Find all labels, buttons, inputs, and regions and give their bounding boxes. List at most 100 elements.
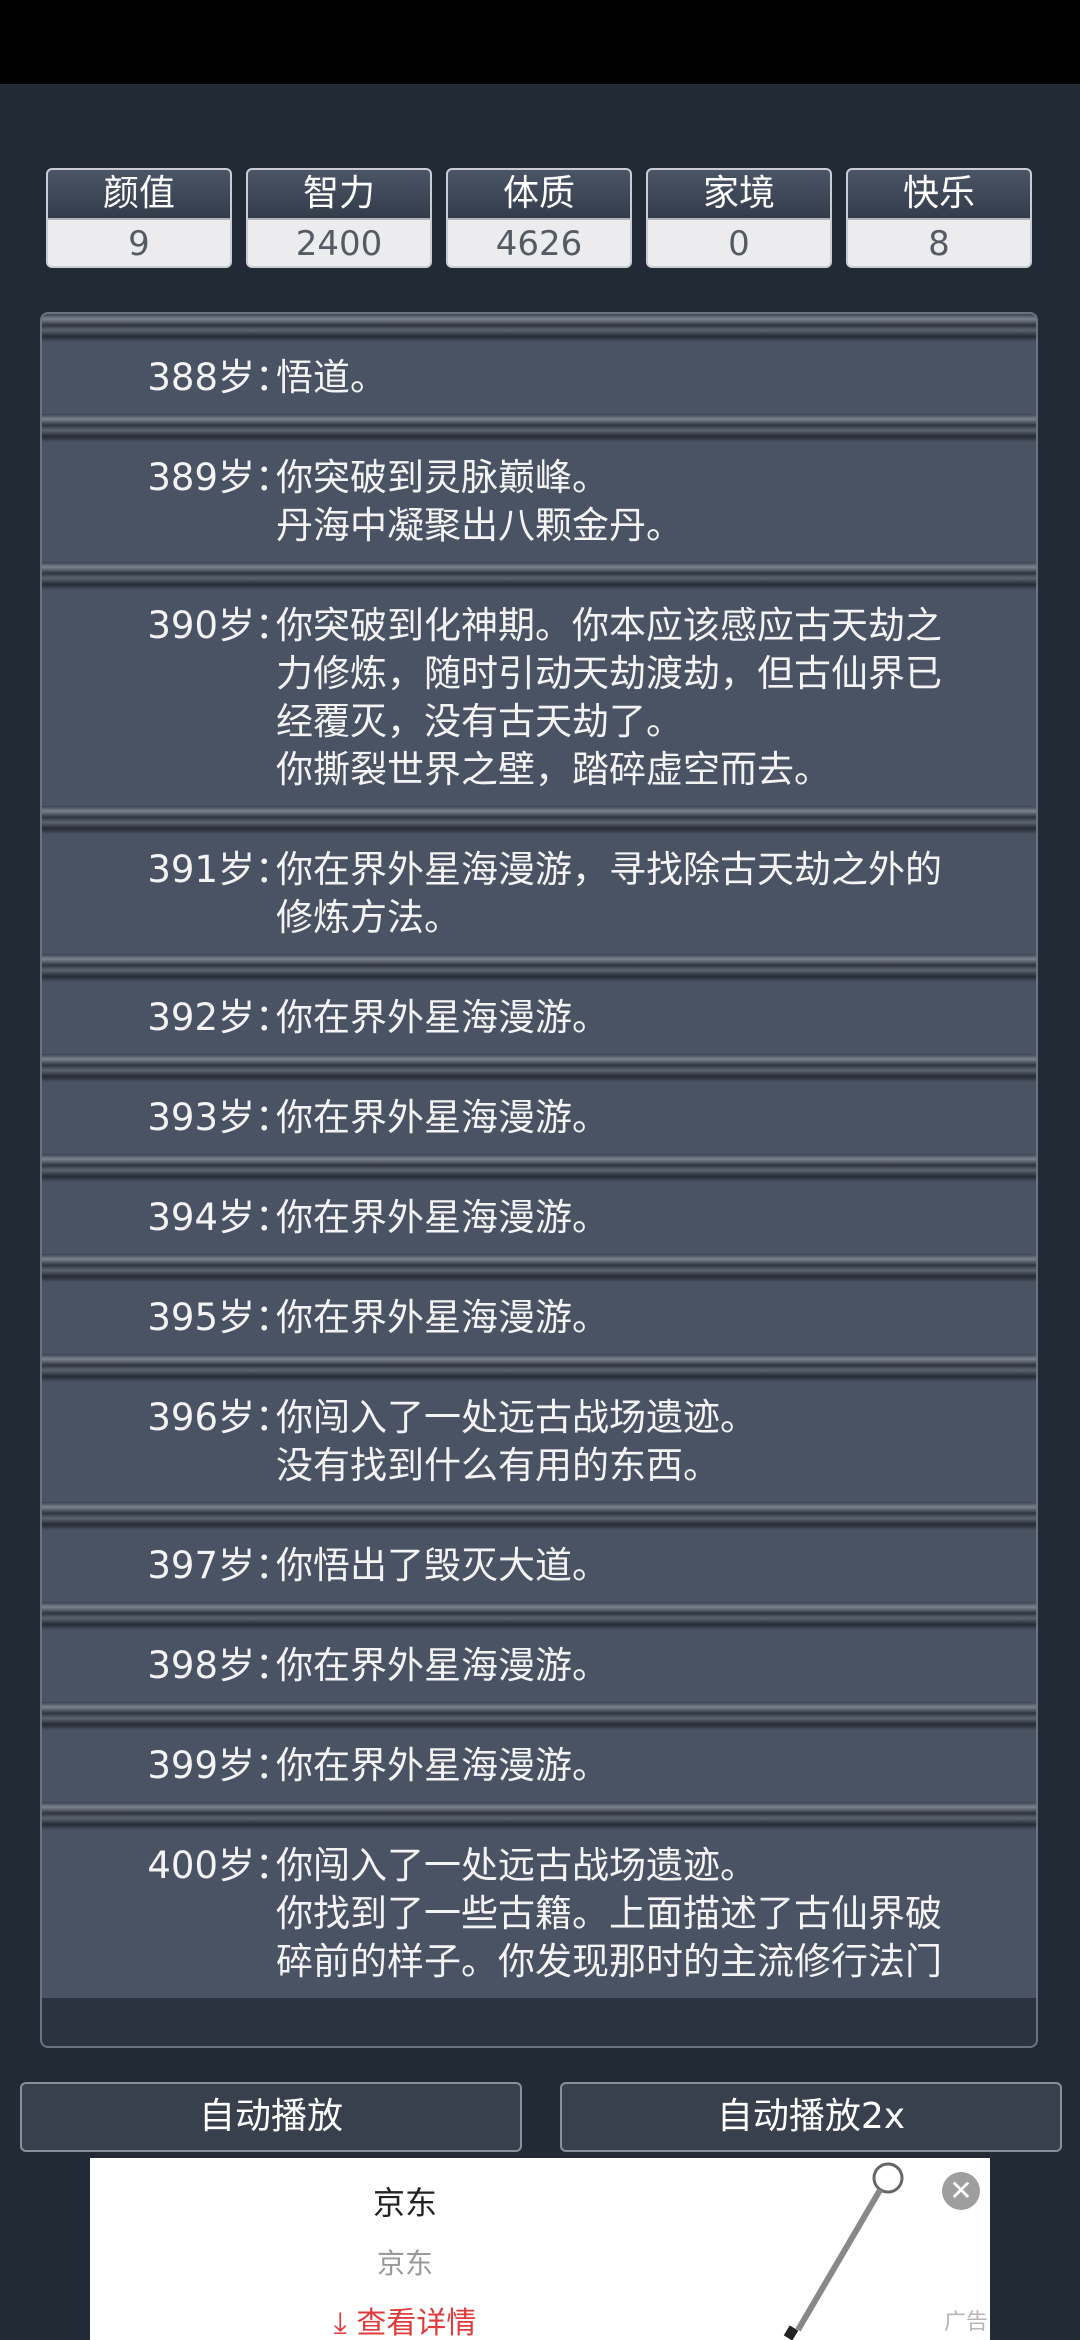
log-age: 392岁： (147, 996, 292, 1039)
auto-play-2x-button[interactable]: 自动播放2x (560, 2082, 1062, 2152)
log-age: 390岁： (147, 604, 292, 647)
log-line: 你突破到化神期。你本应该感应古天劫之 (276, 604, 942, 647)
log-text: 你在界外星海漫游。 (276, 994, 996, 1042)
log-entry: 400岁： 你闯入了一处远古战场遗迹。你找到了一些古籍。上面描述了古仙界破 碎前的样… (42, 1830, 1036, 1998)
auto-play-button[interactable]: 自动播放 (20, 2082, 522, 2152)
log-line: 修炼方法。 (276, 896, 461, 939)
stat-intelligence: 智力 2400 (246, 168, 432, 268)
log-text: 悟道。 (276, 354, 996, 402)
row-divider (42, 1602, 1036, 1630)
row-divider (42, 1702, 1036, 1730)
stats-bar: 颜值 9 智力 2400 体质 4626 家境 0 快乐 8 (46, 168, 1034, 268)
log-entry: 392岁： 你在界外星海漫游。 (42, 982, 1036, 1054)
life-log-panel[interactable]: 388岁： 悟道。 389岁： 你突破到灵脉巅峰。 丹海中凝聚出八颗金丹。 390岁： 你突… (40, 312, 1038, 2048)
log-text: 你突破到灵脉巅峰。 丹海中凝聚出八颗金丹。 (276, 454, 996, 550)
ad-link-label: 查看详情 (356, 2306, 477, 2340)
download-arrow-icon: ⤓ (333, 2306, 347, 2340)
stat-value: 2400 (248, 220, 430, 266)
row-divider (42, 1054, 1036, 1082)
log-line: 你在界外星海漫游。 (276, 1196, 609, 1239)
log-age: 388岁： (147, 356, 292, 399)
life-log-list: 388岁： 悟道。 389岁： 你突破到灵脉巅峰。 丹海中凝聚出八颗金丹。 390岁： 你突… (42, 314, 1036, 1998)
row-divider (42, 1154, 1036, 1182)
stat-value: 0 (648, 220, 830, 266)
log-age: 393岁： (147, 1096, 292, 1139)
log-age: 399岁： (147, 1744, 292, 1787)
row-divider (42, 314, 1036, 342)
close-icon[interactable]: ✕ (942, 2172, 980, 2210)
log-text: 你在界外星海漫游。 (276, 1094, 996, 1142)
log-text: 你在界外星海漫游。 (276, 1742, 996, 1790)
stat-family: 家境 0 (646, 168, 832, 268)
log-text: 你在界外星海漫游。 (276, 1194, 996, 1242)
product-image (783, 2162, 904, 2340)
log-entry: 390岁： 你突破到化神期。你本应该感应古天劫之 力修炼，随时引动天劫渡劫，但古仙界… (42, 590, 1036, 806)
stat-label: 家境 (648, 170, 830, 220)
log-entry: 399岁： 你在界外星海漫游。 (42, 1730, 1036, 1802)
status-bar (0, 0, 1080, 84)
log-line: 力修炼，随时引动天劫渡劫，但古仙界已 (276, 652, 942, 695)
log-entry: 393岁： 你在界外星海漫游。 (42, 1082, 1036, 1154)
row-divider (42, 1802, 1036, 1830)
log-entry: 397岁： 你悟出了毁灭大道。 (42, 1530, 1036, 1602)
log-age: 396岁： (147, 1396, 292, 1439)
ad-details-link[interactable]: ⤓ 查看详情 (90, 2298, 720, 2340)
log-line: 你在界外星海漫游，寻找除古天劫之外的 (276, 848, 942, 891)
log-line: 你在界外星海漫游。 (276, 1296, 609, 1339)
log-age: 398岁： (147, 1644, 292, 1687)
ad-subtitle: 京东 (376, 2247, 433, 2280)
log-line: 你闯入了一处远古战场遗迹。 (276, 1844, 757, 1887)
log-age: 394岁： (147, 1196, 292, 1239)
stat-label: 快乐 (848, 170, 1030, 220)
log-entry: 394岁： 你在界外星海漫游。 (42, 1182, 1036, 1254)
log-entry: 391岁： 你在界外星海漫游，寻找除古天劫之外的 修炼方法。 (42, 834, 1036, 954)
log-age: 389岁： (147, 456, 292, 499)
log-line: 你悟出了毁灭大道。 (276, 1544, 609, 1587)
log-line: 经覆灭，没有古天劫了。 (276, 700, 683, 743)
log-entry: 398岁： 你在界外星海漫游。 (42, 1630, 1036, 1702)
log-line: 丹海中凝聚出八颗金丹。 (276, 504, 683, 547)
stat-value: 8 (848, 220, 1030, 266)
ad-banner[interactable]: 京东 京东 ⤓ 查看详情 ✕ 广告 (90, 2158, 990, 2340)
log-text: 你在界外星海漫游，寻找除古天劫之外的 修炼方法。 (276, 846, 996, 942)
log-entry: 395岁： 你在界外星海漫游。 (42, 1282, 1036, 1354)
log-age: 400岁： (147, 1844, 292, 1887)
ad-title: 京东 (372, 2184, 437, 2222)
log-line: 没有找到什么有用的东西。 (276, 1444, 720, 1487)
stat-value: 9 (48, 220, 230, 266)
log-line: 碎前的样子。你发现那时的主流修行法门 (276, 1940, 942, 1983)
log-line: 你在界外星海漫游。 (276, 996, 609, 1039)
log-entry: 389岁： 你突破到灵脉巅峰。 丹海中凝聚出八颗金丹。 (42, 442, 1036, 562)
log-line: 你在界外星海漫游。 (276, 1096, 609, 1139)
log-line: 你撕裂世界之壁，踏碎虚空而去。 (276, 748, 831, 791)
row-divider (42, 806, 1036, 834)
row-divider (42, 954, 1036, 982)
stat-happiness: 快乐 8 (846, 168, 1032, 268)
log-entry: 396岁： 你闯入了一处远古战场遗迹。 没有找到什么有用的东西。 (42, 1382, 1036, 1502)
row-divider (42, 1354, 1036, 1382)
row-divider (42, 1254, 1036, 1282)
log-age: 395岁： (147, 1296, 292, 1339)
row-divider (42, 562, 1036, 590)
log-text: 你突破到化神期。你本应该感应古天劫之 力修炼，随时引动天劫渡劫，但古仙界已 经覆灭，… (276, 602, 996, 794)
log-line: 你找到了一些古籍。上面描述了古仙界破 (276, 1892, 942, 1935)
log-text: 你在界外星海漫游。 (276, 1642, 996, 1690)
ad-tag: 广告 (944, 2310, 989, 2335)
stat-constitution: 体质 4626 (446, 168, 632, 268)
log-line: 你在界外星海漫游。 (276, 1744, 609, 1787)
stat-label: 智力 (248, 170, 430, 220)
stat-label: 颜值 (48, 170, 230, 220)
stat-value: 4626 (448, 220, 630, 266)
log-text: 你闯入了一处远古战场遗迹。 没有找到什么有用的东西。 (276, 1394, 996, 1490)
log-line: 悟道。 (276, 356, 387, 399)
log-age: 397岁： (147, 1544, 292, 1587)
log-text: 你在界外星海漫游。 (276, 1294, 996, 1342)
log-line: 你闯入了一处远古战场遗迹。 (276, 1396, 757, 1439)
stat-appearance: 颜值 9 (46, 168, 232, 268)
log-text: 你悟出了毁灭大道。 (276, 1542, 996, 1590)
row-divider (42, 1502, 1036, 1530)
log-entry: 388岁： 悟道。 (42, 342, 1036, 414)
log-age: 391岁： (147, 848, 292, 891)
log-line: 你在界外星海漫游。 (276, 1644, 609, 1687)
log-text: 你闯入了一处远古战场遗迹。你找到了一些古籍。上面描述了古仙界破 碎前的样子。你发现… (276, 1842, 996, 1986)
